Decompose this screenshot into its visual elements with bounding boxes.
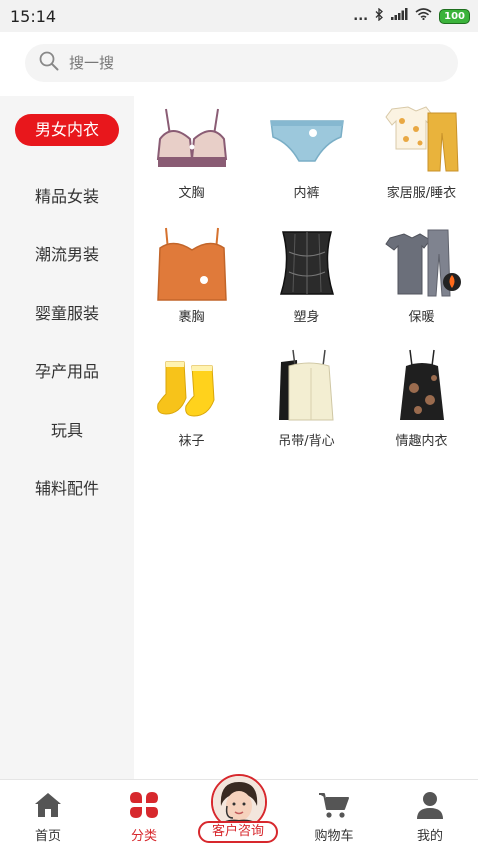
sidebar-item-mens-wear[interactable]: 潮流男装 [0,235,134,271]
grid-item-panties[interactable]: 内裤 [249,96,364,216]
grid-item-label: 保暖 [408,310,435,325]
bra-icon [152,100,232,178]
grid-item-label: 裹胸 [178,310,205,325]
grid-item-camisole[interactable]: 吊带/背心 [249,344,364,464]
wifi-icon [415,8,432,24]
camisole-icon [267,348,347,426]
sidebar-item-label: 玩具 [50,421,83,440]
grid-item-label: 吊带/背心 [278,434,335,449]
tube-top-icon [152,224,232,302]
sidebar-item-kids-wear[interactable]: 婴童服装 [0,294,134,330]
sidebar-item-accessories[interactable]: 辅料配件 [0,469,134,505]
grid-item-thermal[interactable]: 保暖 [364,220,478,340]
sidebar-item-label: 潮流男装 [34,245,99,264]
tab-customer-service[interactable]: 客户咨询 [197,774,281,848]
sidebar-item-label: 孕产用品 [34,362,99,381]
corset-icon [267,224,347,302]
search-icon [39,51,59,75]
grid-item-bra[interactable]: 文胸 [134,96,249,216]
sidebar-item-toys[interactable]: 玩具 [0,411,134,447]
sidebar-item-label: 男女内衣 [14,114,119,146]
grid-item-socks[interactable]: 袜子 [134,344,249,464]
tab-category[interactable]: 分类 [96,780,192,851]
status-time: 15:14 [10,6,57,26]
bluetooth-icon [375,7,384,25]
grid-item-label: 情趣内衣 [395,434,448,449]
grid-item-corset[interactable]: 塑身 [249,220,364,340]
pajamas-icon [382,100,462,178]
sidebar-item-womens-wear[interactable]: 精品女装 [0,177,134,213]
sidebar-item-label: 辅料配件 [34,479,99,498]
home-icon [33,790,63,820]
grid-item-pajamas[interactable]: 家居服/睡衣 [364,96,478,216]
search-bar [0,32,478,96]
grid-item-tube-top[interactable]: 裹胸 [134,220,249,340]
grid-item-lingerie[interactable]: 情趣内衣 [364,344,478,464]
socks-icon [152,348,232,426]
tab-label: 分类 [130,829,157,844]
grid-item-label: 袜子 [178,434,205,449]
user-icon [416,790,444,820]
sidebar-item-label: 精品女装 [34,187,99,206]
grid-item-label: 内裤 [293,186,320,201]
lingerie-icon [382,348,462,426]
search-box[interactable] [25,44,458,82]
tab-label: 我的 [416,829,443,844]
category-sidebar: 男女内衣 精品女装 潮流男装 婴童服装 孕产用品 玩具 辅料配件 [0,96,134,779]
battery-icon: 100 [439,8,470,24]
sidebar-item-label: 婴童服装 [34,304,99,323]
sidebar-item-underwear[interactable]: 男女内衣 [0,112,134,148]
grid-item-label: 家居服/睡衣 [386,186,457,201]
status-bar: 15:14 ... 100 [0,0,478,32]
panties-icon [267,100,347,178]
signal-icon [391,8,408,24]
tab-profile[interactable]: 我的 [382,780,478,851]
tab-label: 购物车 [314,829,354,844]
grid-item-label: 塑身 [293,310,320,325]
cart-icon [318,790,350,820]
grid-item-label: 文胸 [178,186,205,201]
sidebar-item-maternity[interactable]: 孕产用品 [0,352,134,388]
tab-label: 首页 [34,829,61,844]
status-icons: ... 100 [353,7,470,25]
thermal-wear-icon [382,224,462,302]
tab-cart[interactable]: 购物车 [286,780,382,851]
more-dots-icon: ... [353,8,369,24]
search-input[interactable] [69,54,429,72]
category-icon [130,790,158,820]
bottom-tab-bar: 首页 分类 客户咨询 购物车 我的 [0,774,478,851]
tab-home[interactable]: 首页 [0,780,96,851]
customer-service-label: 客户咨询 [198,821,278,843]
